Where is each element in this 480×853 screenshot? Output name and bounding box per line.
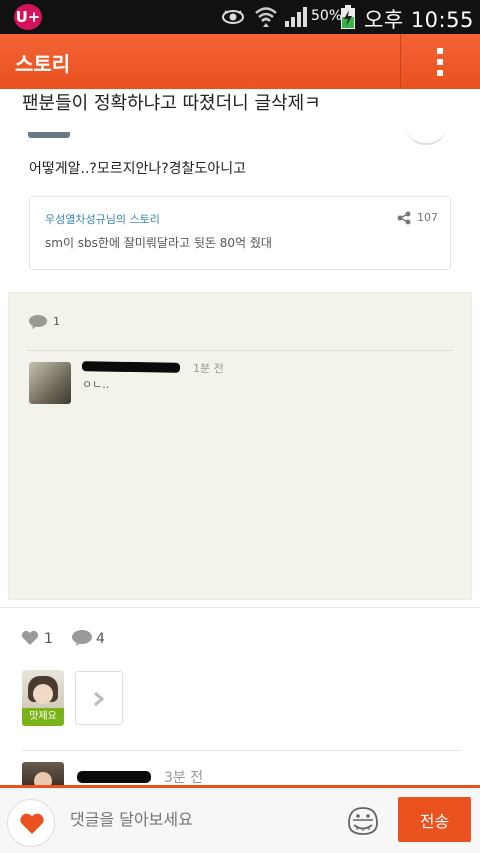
shared-story-author[interactable]: 우성열차성규님의 스토리 [45,211,160,227]
avatar[interactable]: 맛제요 [22,670,64,726]
send-button[interactable]: 전송 [398,797,471,842]
eye-icon [222,10,244,24]
battery-charging-icon [341,5,355,29]
post-image-edge [28,132,70,138]
heart-icon [20,813,44,834]
comment-time: 3분 전 [164,770,204,786]
comment-text: ㅇㄴ.. [82,378,110,391]
battery-percent: 50% [311,8,343,24]
share-icon[interactable] [397,211,411,225]
friend-tag: 맛제요 [22,708,64,726]
comment-count: 4 [96,631,105,647]
profile-circle-edge [405,125,447,145]
signal-icon [285,7,307,27]
comment-bubble-icon[interactable] [72,630,92,646]
comment-count: 1 [53,315,60,328]
app-bar-divider [400,34,401,89]
page-title: 스토리 [15,52,71,76]
wifi-icon [255,7,277,27]
comments-section: 1 1분 전 ㅇㄴ.. [8,292,472,600]
like-button[interactable] [7,799,55,847]
divider [27,350,453,351]
comment-bubble-icon [29,315,47,329]
comment-author-redacted [77,771,151,783]
comment-author-redacted [81,361,181,373]
comment-time: 1분 전 [193,362,224,375]
emoticon-icon[interactable] [345,803,381,839]
overflow-menu-icon [437,48,443,54]
post-comment-text: 어떻게알..?모르지안나?경찰도아니고 [29,161,246,177]
comment-input[interactable] [70,810,330,829]
clock: 오후 10:55 [364,8,474,32]
chevron-right-icon [94,691,105,707]
status-bar: U+ 50% 오후 10:55 [0,0,480,34]
avatar[interactable] [29,362,71,404]
app-bar: 스토리 [0,34,480,89]
heart-icon[interactable] [21,630,39,646]
like-count: 1 [44,631,53,647]
shared-story-card[interactable]: 우성열차성규님의 스토리 sm이 sbs한에 잘미뤄달라고 뒷돈 80억 줬대 … [29,196,451,270]
overflow-menu-button[interactable] [402,34,480,89]
shared-story-summary: sm이 sbs한에 잘미뤄달라고 뒷돈 80억 줬대 [45,236,272,250]
comment-input-bar: 전송 [0,785,480,853]
carrier-logo: U+ [14,4,42,30]
divider [22,750,460,751]
share-count: 107 [417,211,438,224]
more-friends-button[interactable] [75,671,123,725]
post-body-text: 팬분들이 정확하냐고 따졌더니 글삭제ㅋ [22,93,321,114]
